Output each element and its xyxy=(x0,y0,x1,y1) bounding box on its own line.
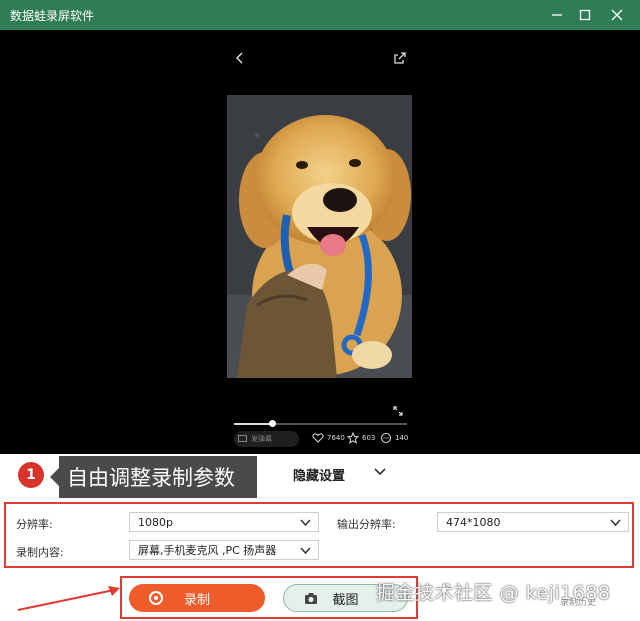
record-button-label: 录制 xyxy=(183,592,210,608)
resolution-select[interactable]: 1080p xyxy=(129,512,319,532)
like-count: 7640 xyxy=(327,434,345,442)
maximize-icon[interactable] xyxy=(570,0,600,30)
callout-banner: 自由调整录制参数 xyxy=(50,456,257,498)
watermark-text: 掘金技术社区 @ keji1688 xyxy=(376,582,611,604)
star-icon xyxy=(347,432,359,444)
app-window: 数据蛙录屏软件 发弹幕 7640 603 140 1 自由调整录制参数 隐藏设置… xyxy=(0,0,640,621)
record-icon xyxy=(149,591,163,605)
chevron-down-icon xyxy=(300,519,311,527)
resolution-value: 1080p xyxy=(138,515,173,529)
hide-settings-toggle[interactable]: 隐藏设置 xyxy=(293,465,345,484)
screenshot-button-label: 截图 xyxy=(332,592,359,608)
close-icon[interactable] xyxy=(602,0,632,30)
output-resolution-label: 输出分辨率: xyxy=(337,518,396,531)
progress-fill xyxy=(234,423,273,425)
chevron-down-icon xyxy=(300,547,311,555)
record-content-select[interactable]: 屏幕,手机麦克风 ,PC 扬声器 xyxy=(129,540,319,560)
favorite-stat[interactable]: 603 xyxy=(347,432,375,444)
heart-icon xyxy=(312,433,324,443)
minimize-icon[interactable] xyxy=(542,0,572,30)
dog-photo xyxy=(227,95,412,378)
title-bar: 数据蛙录屏软件 xyxy=(0,0,640,30)
video-progress-bar[interactable] xyxy=(234,420,407,427)
comment-stat[interactable]: 140 xyxy=(380,432,408,444)
video-preview: 发弹幕 7640 603 140 xyxy=(0,30,640,454)
settings-panel: 分辨率: 1080p 输出分辨率: 474*1080 录制内容: 屏幕,手机麦克… xyxy=(4,502,634,568)
progress-handle[interactable] xyxy=(269,420,277,427)
chevron-left-icon[interactable] xyxy=(232,50,248,66)
chevron-down-icon[interactable] xyxy=(373,465,387,479)
comment-placeholder: 发弹幕 xyxy=(251,435,272,443)
resolution-label: 分辨率: xyxy=(16,518,53,531)
chevron-down-icon xyxy=(610,519,621,527)
pointer-arrow xyxy=(17,586,120,611)
callout-text: 自由调整录制参数 xyxy=(67,466,235,490)
step-badge: 1 xyxy=(18,462,44,488)
record-content-value: 屏幕,手机麦克风 ,PC 扬声器 xyxy=(138,544,277,557)
comment-input[interactable]: 发弹幕 xyxy=(234,431,299,447)
comment-count: 140 xyxy=(395,434,409,442)
window-title: 数据蛙录屏软件 xyxy=(10,9,95,23)
comment-icon xyxy=(381,433,391,443)
danmaku-icon xyxy=(238,434,247,442)
output-resolution-select[interactable]: 474*1080 xyxy=(437,512,629,532)
output-resolution-value: 474*1080 xyxy=(446,515,501,529)
favorite-count: 603 xyxy=(362,434,376,442)
record-content-label: 录制内容: xyxy=(16,546,64,559)
fullscreen-icon[interactable] xyxy=(391,404,405,418)
record-button[interactable]: 录制 xyxy=(129,584,265,612)
share-icon[interactable] xyxy=(392,50,408,66)
like-stat[interactable]: 7640 xyxy=(312,432,345,444)
camera-icon xyxy=(305,593,317,604)
